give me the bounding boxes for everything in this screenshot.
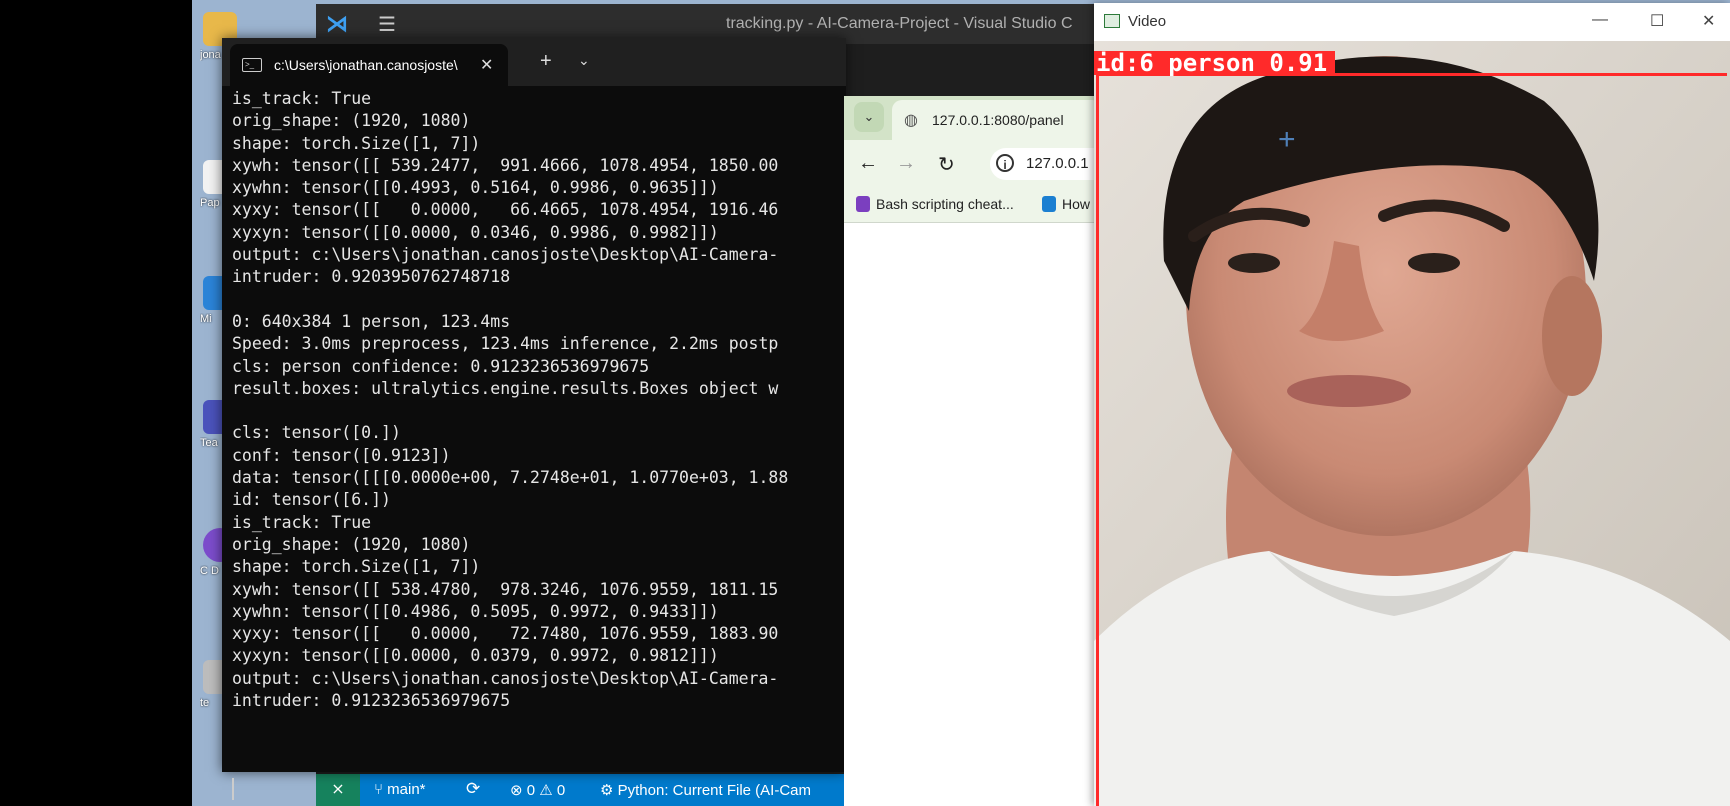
vscode-logo-icon: ⋊ [326, 11, 348, 36]
browser-window: ⌄ ◍ 127.0.0.1:8080/panel ← → ↻ i 127.0.0… [844, 96, 1110, 806]
terminal-line: cls: tensor([0.]) [232, 423, 401, 443]
browser-tab-bar: ⌄ ◍ 127.0.0.1:8080/panel [844, 96, 1102, 140]
back-arrow-icon[interactable]: ← [858, 152, 878, 175]
terminal-line: xywhn: tensor([[0.4986, 0.5095, 0.9972, … [232, 601, 719, 621]
bookmark-favicon-icon [856, 196, 870, 212]
maximize-icon[interactable]: ☐ [1650, 11, 1664, 31]
terminal-line: id: tensor([6.]) [232, 490, 391, 510]
reload-icon[interactable]: ↻ [938, 152, 955, 177]
terminal-line: cls: person confidence: 0.91232365369796… [232, 356, 650, 376]
python-interpreter-status[interactable]: ⚙ Python: Current File (AI-Cam [600, 781, 811, 799]
new-tab-icon[interactable]: + [540, 50, 552, 73]
bookmark-favicon-icon [1042, 196, 1056, 212]
bookmarks-bar: Bash scripting cheat... How [844, 188, 1094, 223]
tab-search-chevron-icon[interactable]: ⌄ [854, 102, 884, 132]
terminal-cursor [232, 778, 234, 800]
gear-icon: ⚙ [600, 782, 618, 799]
bookmark-label: How [1062, 196, 1091, 212]
globe-icon: ◍ [904, 112, 918, 129]
terminal-line: is_track: True [232, 512, 372, 532]
address-bar-url: 127.0.0.1 [1026, 155, 1089, 172]
bookmark-how[interactable]: How [1042, 196, 1090, 212]
terminal-line: result.boxes: ultralytics.engine.results… [232, 378, 779, 398]
terminal-line: output: c:\Users\jonathan.canosjoste\Des… [232, 668, 779, 688]
terminal-line: xyxyn: tensor([[0.0000, 0.0379, 0.9972, … [232, 646, 719, 666]
terminal-output[interactable]: is_track: True orig_shape: (1920, 1080) sh… [232, 88, 842, 768]
terminal-line: Speed: 3.0ms preprocess, 123.4ms inferen… [232, 334, 779, 354]
terminal-tab[interactable]: >_ c:\Users\jonathan.canosjoste\ ✕ [230, 44, 508, 86]
terminal-tab-bar: >_ c:\Users\jonathan.canosjoste\ ✕ + ⌄ [222, 38, 846, 86]
terminal-window: >_ c:\Users\jonathan.canosjoste\ ✕ + ⌄ i… [222, 38, 846, 800]
camera-feed: + id:6 person 0.91 [1094, 41, 1730, 806]
bookmark-label: Bash scripting cheat... [876, 196, 1014, 212]
close-icon[interactable]: ✕ [1702, 11, 1715, 31]
close-icon[interactable]: ✕ [480, 55, 493, 75]
remote-indicator-icon[interactable]: ⨯ [316, 774, 360, 806]
detection-bounding-box [1096, 73, 1727, 806]
terminal-line: xyxyn: tensor([[0.0000, 0.0346, 0.9986, … [232, 222, 719, 242]
terminal-line: orig_shape: (1920, 1080) [232, 111, 471, 131]
terminal-line: conf: tensor([0.9123]) [232, 445, 451, 465]
branch-status[interactable]: ⑂ main* [374, 781, 426, 798]
git-branch-icon: ⑂ [374, 781, 388, 798]
address-bar[interactable]: i 127.0.0.1 [990, 148, 1110, 180]
terminal-line: xyxy: tensor([[ 0.0000, 66.4665, 1078.49… [232, 200, 779, 220]
detection-label: id:6 person 0.91 [1094, 51, 1336, 75]
terminal-line: intruder: 0.9203950762748718 [232, 267, 511, 287]
hamburger-menu-icon[interactable]: ☰ [378, 12, 396, 37]
terminal-line: intruder: 0.9123236536979675 [232, 691, 511, 711]
terminal-line: xywh: tensor([[ 539.2477, 991.4666, 1078… [232, 155, 779, 175]
bookmark-bash-cheatsheet[interactable]: Bash scripting cheat... [856, 196, 1014, 212]
terminal-line: is_track: True [232, 89, 372, 108]
site-info-icon[interactable]: i [996, 154, 1014, 172]
branch-name: main* [387, 781, 426, 798]
terminal-line: xyxy: tensor([[ 0.0000, 72.7480, 1076.95… [232, 624, 779, 644]
video-window-title: Video [1128, 13, 1167, 30]
app-window-icon [1104, 14, 1120, 28]
chevron-down-icon[interactable]: ⌄ [578, 52, 590, 69]
terminal-line: xywhn: tensor([[0.4993, 0.5164, 0.9986, … [232, 178, 719, 198]
browser-toolbar: ← → ↻ i 127.0.0.1 [844, 140, 1110, 188]
terminal-icon: >_ [242, 58, 262, 72]
video-titlebar: Video — ☐ ✕ [1094, 3, 1730, 41]
terminal-tab-title: c:\Users\jonathan.canosjoste\ [274, 57, 458, 73]
minimize-icon[interactable]: — [1592, 11, 1608, 29]
vscode-window-title: tracking.py - AI-Camera-Project - Visual… [726, 15, 1073, 32]
terminal-line: xywh: tensor([[ 538.4780, 978.3246, 1076… [232, 579, 779, 599]
video-window: Video — ☐ ✕ + id:6 person 0.91 [1094, 3, 1730, 806]
python-status-label: Python: Current File (AI-Cam [617, 782, 812, 799]
sync-icon[interactable]: ⟳ [466, 779, 480, 799]
problems-status[interactable]: ⊗ 0 ⚠ 0 [510, 781, 565, 799]
browser-tab-title: 127.0.0.1:8080/panel [932, 112, 1064, 128]
forward-arrow-icon[interactable]: → [896, 152, 916, 175]
terminal-line: output: c:\Users\jonathan.canosjoste\Des… [232, 245, 779, 265]
browser-tab[interactable]: ◍ 127.0.0.1:8080/panel [892, 100, 1102, 140]
terminal-line: data: tensor([[[0.0000e+00, 7.2748e+01, … [232, 468, 789, 488]
terminal-line: orig_shape: (1920, 1080) [232, 534, 471, 554]
terminal-line: 0: 640x384 1 person, 123.4ms [232, 311, 511, 331]
terminal-line: shape: torch.Size([1, 7]) [232, 557, 481, 577]
terminal-line: shape: torch.Size([1, 7]) [232, 133, 481, 153]
